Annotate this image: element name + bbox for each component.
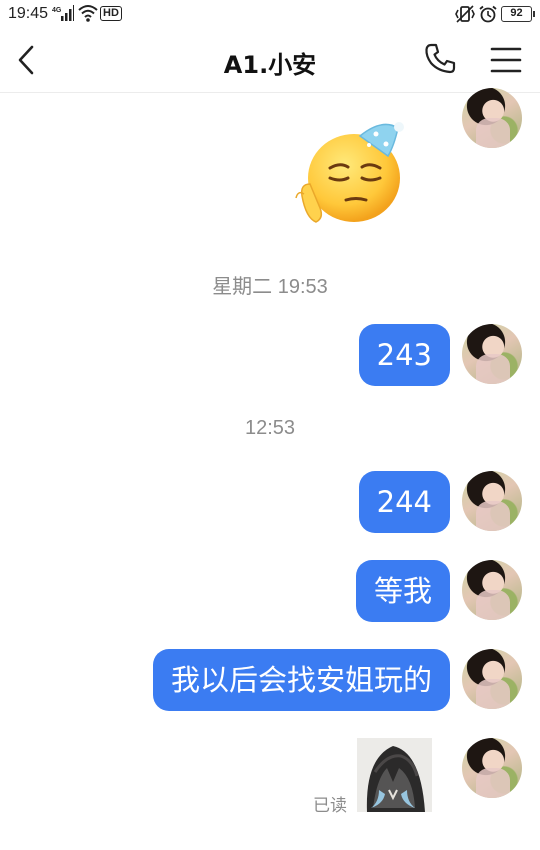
hd-badge: HD [100, 6, 122, 21]
user-avatar[interactable] [462, 471, 522, 531]
image-message[interactable] [357, 738, 432, 812]
chat-title: A1.小安 [223, 51, 317, 79]
timestamp: 星期二 19:53 [212, 276, 328, 298]
sleepy-emoji-sticker[interactable] [290, 112, 410, 232]
user-avatar[interactable] [462, 88, 522, 148]
chat-area[interactable]: 星期二 19:53 243 12:53 244 等我 我以后会找安姐玩的 已读 [0, 88, 540, 850]
alarm-icon [479, 5, 497, 23]
user-avatar[interactable] [462, 649, 522, 709]
wifi-icon [78, 5, 98, 22]
message-bubble[interactable]: 243 [358, 324, 450, 386]
user-avatar[interactable] [462, 560, 522, 620]
message-bubble[interactable]: 244 [358, 471, 450, 533]
status-bar: 19:45 4G HD 92 [0, 0, 540, 28]
timestamp: 12:53 [244, 417, 296, 439]
status-time: 19:45 [8, 5, 49, 22]
network-label: 4G [52, 7, 62, 14]
message-bubble[interactable]: 我以后会找安姐玩的 [152, 649, 450, 711]
message-bubble[interactable]: 等我 [355, 560, 450, 622]
battery-indicator: 92 [501, 6, 535, 22]
menu-icon[interactable] [490, 46, 522, 74]
user-avatar[interactable] [462, 324, 522, 384]
crying-penguin-image [357, 738, 432, 812]
user-avatar[interactable] [462, 738, 522, 798]
chat-header: A1.小安 [0, 28, 540, 93]
read-receipt: 已读 [313, 796, 347, 816]
signal-4g-icon: 4G [52, 5, 74, 21]
vibrate-icon [455, 5, 475, 23]
phone-icon[interactable] [423, 42, 457, 76]
